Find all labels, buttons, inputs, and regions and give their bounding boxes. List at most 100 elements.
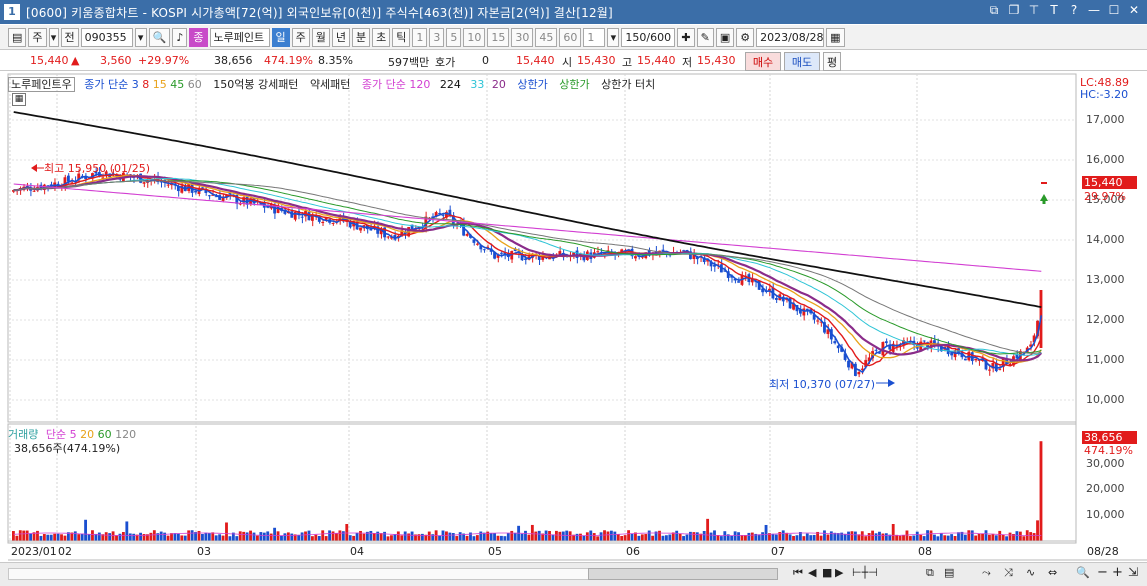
period-year[interactable]: 년 bbox=[331, 27, 351, 47]
volume-tick-label: 20,000 bbox=[1086, 482, 1125, 496]
interval-1[interactable]: 1 bbox=[412, 27, 428, 47]
gear-icon[interactable]: ⚙ bbox=[736, 27, 755, 47]
interval-input[interactable]: 1 bbox=[583, 27, 606, 47]
hc-label: HC:-3.20 bbox=[1080, 88, 1129, 101]
legend-upper-limit2: 상한가 bbox=[559, 78, 590, 91]
all-button[interactable]: 전 bbox=[60, 27, 79, 47]
maximize-icon[interactable]: ☐ bbox=[1107, 3, 1121, 18]
stock-code-input[interactable]: 090355 bbox=[80, 27, 133, 47]
volume-bar bbox=[420, 533, 424, 541]
volume-bar bbox=[764, 524, 768, 541]
search-icon[interactable]: 🔍 bbox=[148, 27, 171, 47]
zoom-slider-icon[interactable]: ⊢┼⊣ bbox=[852, 566, 878, 579]
volume-bar bbox=[149, 532, 153, 541]
candle-body bbox=[922, 340, 926, 342]
zoom-out-icon[interactable]: − bbox=[1097, 565, 1108, 580]
compare-icon[interactable]: ⤨ bbox=[1004, 566, 1013, 580]
period-minute[interactable]: 분 bbox=[352, 27, 371, 47]
scroll-prev-icon[interactable]: ◀ bbox=[808, 566, 816, 579]
period-tick[interactable]: 틱 bbox=[392, 27, 411, 47]
volume-bar bbox=[266, 531, 270, 541]
interval-15[interactable]: 15 bbox=[487, 27, 510, 47]
open-value: 15,430 bbox=[577, 54, 616, 67]
zoom-fit-icon[interactable]: ⇲ bbox=[1128, 565, 1138, 579]
period-day[interactable]: 일 bbox=[271, 27, 290, 47]
trend-icon[interactable]: ⤳ bbox=[982, 566, 991, 580]
help-icon[interactable]: ? bbox=[1067, 3, 1081, 18]
interval-dropdown-icon[interactable]: ▾ bbox=[607, 27, 620, 47]
candle-body bbox=[974, 358, 978, 361]
volume-bar bbox=[640, 534, 644, 541]
scroll-stop-icon[interactable]: ■ bbox=[822, 566, 832, 579]
chevron-down-icon[interactable]: ▾ bbox=[48, 27, 59, 47]
volume-bar bbox=[379, 533, 383, 541]
volume-bar bbox=[152, 530, 156, 541]
interval-30[interactable]: 30 bbox=[511, 27, 534, 47]
volume-bar bbox=[843, 533, 847, 541]
search-chart-icon[interactable]: 🔍 bbox=[1076, 566, 1090, 579]
fit-icon[interactable]: ⇔ bbox=[1048, 566, 1057, 579]
layout-chart-icon[interactable]: ▤ bbox=[944, 566, 954, 579]
link-icon[interactable]: ⧉ bbox=[987, 3, 1001, 18]
legend-ma-8: 8 bbox=[142, 78, 150, 91]
high-value: 15,440 bbox=[637, 54, 676, 67]
interval-10[interactable]: 10 bbox=[463, 27, 486, 47]
draw-icon[interactable]: ✎ bbox=[696, 27, 714, 47]
speaker-icon[interactable]: ♪ bbox=[172, 27, 188, 47]
code-dropdown-icon[interactable]: ▾ bbox=[134, 27, 147, 47]
volume-bar bbox=[984, 530, 988, 541]
save-icon[interactable]: ▣ bbox=[715, 27, 735, 47]
date-input[interactable]: 2023/08/28 bbox=[756, 27, 825, 47]
legend-ma-33: 33 bbox=[470, 78, 485, 91]
scroll-next-icon[interactable]: ▶ bbox=[835, 566, 843, 579]
font-icon[interactable]: T bbox=[1047, 3, 1061, 18]
volume-bar bbox=[238, 531, 242, 541]
volume-bar bbox=[228, 536, 232, 541]
volume-bar bbox=[56, 533, 60, 541]
ma-8-line bbox=[13, 173, 1042, 367]
period-type-select[interactable]: 주 bbox=[28, 27, 47, 47]
volume-bar bbox=[1022, 536, 1026, 541]
scroll-thumb[interactable] bbox=[588, 568, 778, 580]
count-input[interactable]: 150/600 bbox=[621, 27, 676, 47]
legend-ma-label: 종가 단순 bbox=[84, 78, 129, 91]
volume-bar bbox=[867, 533, 871, 541]
copy-icon[interactable]: ❐ bbox=[1007, 3, 1021, 18]
legend-upper-limit: 상한가 bbox=[517, 78, 548, 91]
eval-button[interactable]: 평 bbox=[823, 52, 841, 71]
interval-3[interactable]: 3 bbox=[429, 27, 445, 47]
chart-area[interactable] bbox=[0, 72, 1147, 562]
minimize-icon[interactable]: — bbox=[1087, 3, 1101, 18]
scroll-first-icon[interactable]: ⏮ bbox=[793, 566, 803, 580]
interval-45[interactable]: 45 bbox=[535, 27, 558, 47]
volume-bar bbox=[853, 531, 857, 541]
volume-bar bbox=[860, 531, 864, 541]
interval-60[interactable]: 60 bbox=[559, 27, 582, 47]
period-second[interactable]: 초 bbox=[372, 27, 391, 47]
sell-button[interactable]: 매도 bbox=[784, 52, 820, 71]
copy-chart-icon[interactable]: ⧉ bbox=[926, 566, 934, 580]
pin-icon[interactable]: ⊤ bbox=[1027, 3, 1041, 18]
scrollbar[interactable]: ⏮ ◀ ■ ▶ ⊢┼⊣ ⧉ ▤ ⤳ ⤨ ∿ ⇔ 🔍 − + ⇲ bbox=[0, 562, 1147, 586]
crosshair-icon[interactable]: ✚ bbox=[677, 27, 695, 47]
layout-icon[interactable]: ▤ bbox=[8, 27, 27, 47]
calendar-icon[interactable]: ▦ bbox=[826, 27, 845, 47]
volume-bar bbox=[939, 532, 943, 541]
close-icon[interactable]: ✕ bbox=[1127, 3, 1141, 18]
buy-button[interactable]: 매수 bbox=[745, 52, 781, 71]
volume-bar bbox=[603, 530, 606, 541]
volume-bar bbox=[864, 536, 868, 541]
legend-settings-icon[interactable]: ▦ bbox=[12, 93, 26, 106]
volume-bar bbox=[341, 531, 345, 541]
volume-bar bbox=[173, 533, 177, 541]
interval-5[interactable]: 5 bbox=[446, 27, 462, 47]
volume-bar bbox=[307, 530, 311, 541]
volume-bar bbox=[493, 533, 496, 541]
price-tick-label: 17,000 bbox=[1086, 113, 1125, 126]
period-week[interactable]: 주 bbox=[291, 27, 310, 47]
volume-bar bbox=[905, 530, 909, 541]
zoom-in-icon[interactable]: + bbox=[1112, 565, 1123, 580]
period-month[interactable]: 월 bbox=[311, 27, 330, 47]
volume-bar bbox=[884, 533, 888, 541]
indicator-icon[interactable]: ∿ bbox=[1026, 566, 1035, 579]
